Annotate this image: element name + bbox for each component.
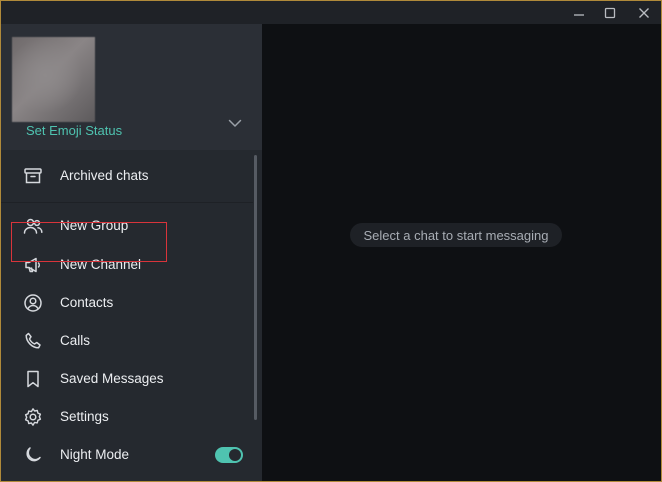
annotation-highlight-box [11, 222, 167, 262]
menu-item-label: Archived chats [60, 168, 149, 183]
menu-item-contacts[interactable]: Contacts [1, 284, 253, 322]
chevron-down-icon [228, 115, 242, 133]
gear-icon [23, 407, 43, 427]
account-expand-button[interactable] [225, 116, 245, 132]
menu-divider [1, 202, 253, 203]
phone-icon [23, 331, 43, 351]
minimize-button[interactable] [562, 1, 596, 24]
profile-header: Set Emoji Status [1, 24, 262, 150]
moon-icon [23, 445, 43, 465]
title-bar [1, 1, 661, 24]
close-button[interactable] [627, 1, 661, 24]
bookmark-icon [23, 369, 43, 389]
maximize-button[interactable] [593, 1, 627, 24]
menu-item-label: Settings [60, 409, 109, 424]
menu-item-night-mode[interactable]: Night Mode [1, 436, 253, 474]
toggle-knob [229, 449, 241, 461]
archive-icon [23, 166, 43, 186]
set-emoji-status-link[interactable]: Set Emoji Status [26, 123, 122, 138]
menu-item-saved-messages[interactable]: Saved Messages [1, 360, 253, 398]
menu-item-label: Calls [60, 333, 91, 348]
menu-item-label: Contacts [60, 295, 114, 310]
menu-item-label: Night Mode [60, 447, 130, 462]
menu-item-label: Saved Messages [60, 371, 164, 386]
avatar[interactable] [12, 37, 95, 122]
night-mode-toggle[interactable] [215, 447, 243, 463]
sidebar-scrollbar[interactable] [254, 155, 257, 420]
contact-icon [23, 293, 43, 313]
minimize-icon [573, 7, 585, 19]
menu-item-archived-chats[interactable]: Archived chats [1, 157, 253, 195]
empty-chat-placeholder: Select a chat to start messaging [350, 223, 562, 247]
menu-item-settings[interactable]: Settings [1, 398, 253, 436]
chat-area [262, 24, 661, 481]
app-window: Set Emoji Status Archived chats New Grou… [0, 0, 662, 482]
menu-item-calls[interactable]: Calls [1, 322, 253, 360]
close-icon [638, 7, 650, 19]
maximize-icon [604, 7, 616, 19]
